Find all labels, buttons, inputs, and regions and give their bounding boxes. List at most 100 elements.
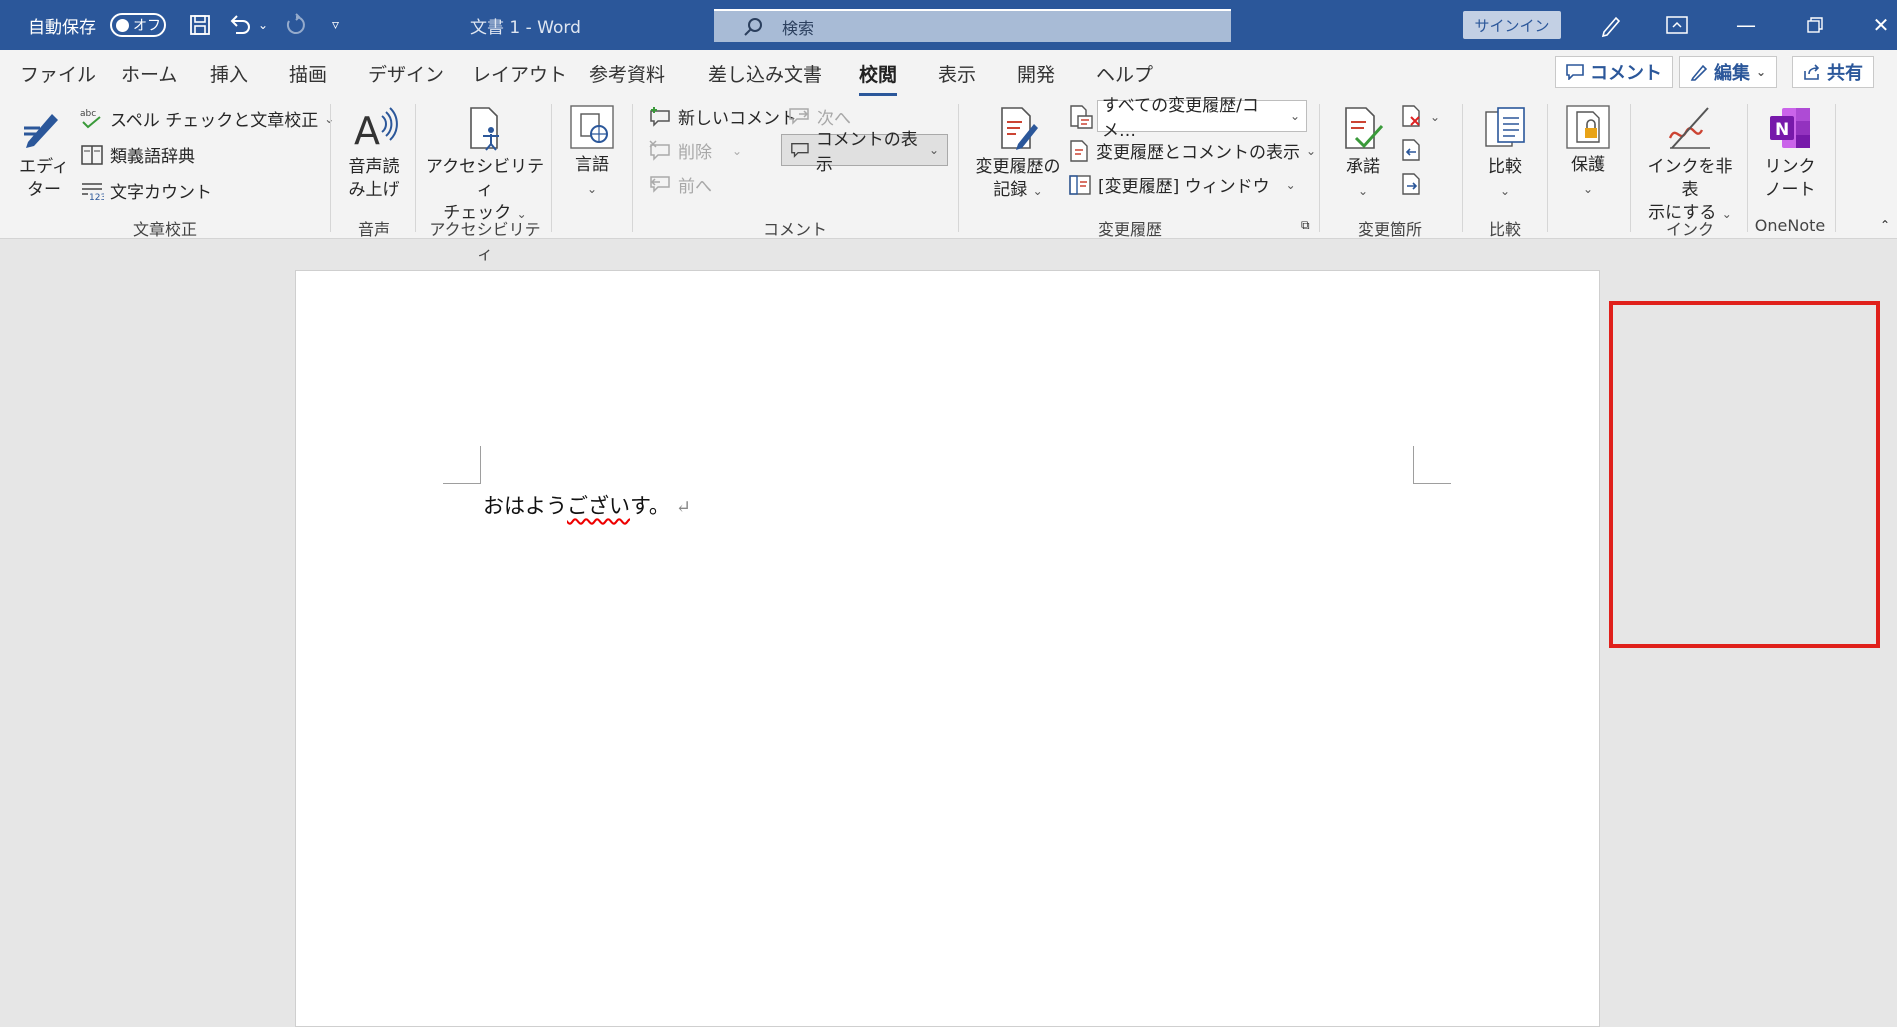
track-changes-label: 変更履歴の 記録 <box>975 157 1061 200</box>
svg-text:N: N <box>1775 120 1789 140</box>
next-change-icon[interactable] <box>1400 172 1424 198</box>
chevron-down-icon: ⌄ <box>1430 110 1441 124</box>
word-count-button[interactable]: 123 文字カウント <box>80 178 212 203</box>
pen-icon[interactable] <box>1583 0 1639 50</box>
proofing-group-label: 文章校正 <box>132 220 197 239</box>
autosave-toggle[interactable]: オフ <box>110 13 166 37</box>
reviewing-pane-button[interactable]: [変更履歴] ウィンドウ ⌄ <box>1068 172 1296 197</box>
markup-display-dropdown[interactable]: すべての変更履歴/コメ… ⌄ <box>1097 96 1307 141</box>
tab-design[interactable]: デザイン <box>368 60 444 90</box>
accept-button[interactable]: 承諾 ⌄ <box>1330 104 1396 203</box>
new-comment-button[interactable]: 新しいコメント <box>648 104 797 129</box>
reject-icon <box>1402 105 1420 127</box>
new-comment-label: 新しいコメント <box>678 109 797 129</box>
tab-layout[interactable]: レイアウト <box>472 60 567 90</box>
redo-icon[interactable] <box>282 0 310 50</box>
tracking-options-launcher-icon[interactable]: ⧉ <box>1301 218 1310 233</box>
close-icon[interactable]: ✕ <box>1853 0 1897 50</box>
compare-label: 比較 <box>1488 157 1522 177</box>
svg-text:123: 123 <box>89 193 104 202</box>
ribbon-display-options-icon[interactable] <box>1649 0 1705 50</box>
tab-draw[interactable]: 描画 <box>289 60 327 90</box>
read-aloud-label: 音声読 み上げ <box>348 157 400 200</box>
customize-qat-icon[interactable]: ▿ <box>332 0 339 50</box>
group-separator <box>1319 104 1320 232</box>
word-count-icon: 123 <box>82 182 104 202</box>
group-separator <box>958 104 959 232</box>
linked-notes-button[interactable]: N リンク ノート <box>1755 104 1825 202</box>
group-separator <box>415 104 416 232</box>
group-separator <box>1747 104 1748 232</box>
track-changes-button[interactable]: 変更履歴の 記録 ⌄ <box>968 104 1068 203</box>
editing-mode-label: 編集 <box>1714 63 1750 84</box>
language-button[interactable]: 言語 ⌄ <box>562 104 622 201</box>
group-separator <box>330 104 331 232</box>
thesaurus-button[interactable]: 類義語辞典 <box>80 142 195 167</box>
delete-comment-button[interactable]: 削除 ⌄ <box>648 138 742 163</box>
tab-insert[interactable]: 挿入 <box>210 60 248 90</box>
restore-icon[interactable] <box>1787 0 1843 50</box>
paragraph-mark-icon: ↵ <box>675 497 691 518</box>
tab-references[interactable]: 参考資料 <box>589 60 665 90</box>
tracking-group-label: 変更履歴 <box>1097 220 1162 239</box>
group-separator <box>551 104 552 232</box>
group-separator <box>1462 104 1463 232</box>
minimize-icon[interactable]: — <box>1718 0 1774 50</box>
document-paragraph[interactable]: おはようございす。 ↵ <box>483 490 691 520</box>
chevron-down-icon: ⌄ <box>732 143 743 158</box>
highlight-box <box>1609 301 1880 648</box>
reject-change-button[interactable]: ⌄ <box>1400 104 1440 130</box>
tab-mailings[interactable]: 差し込み文書 <box>708 60 822 90</box>
signin-button[interactable]: サインイン <box>1463 11 1561 39</box>
accept-label: 承諾 <box>1346 157 1380 177</box>
chevron-down-icon: ⌄ <box>1306 143 1317 158</box>
previous-change-icon[interactable] <box>1400 138 1424 164</box>
undo-icon[interactable] <box>226 0 254 50</box>
editor-pen-icon <box>24 114 58 148</box>
group-separator <box>1630 104 1631 232</box>
onenote-group-label: OneNote <box>1754 216 1826 235</box>
hide-ink-button[interactable]: インクを非表 示にする ⌄ <box>1640 104 1740 226</box>
search-input[interactable]: 検索 <box>714 9 1231 42</box>
previous-comment-button[interactable]: 前へ <box>648 172 712 197</box>
show-comments-icon <box>791 143 809 158</box>
editor-button[interactable]: エディ ター <box>14 104 74 202</box>
comment-icon <box>1566 64 1584 80</box>
comments-pane-button[interactable]: コメント <box>1555 56 1673 88</box>
reviewing-pane-label: [変更履歴] ウィンドウ <box>1098 177 1270 197</box>
show-markup-button[interactable]: 変更履歴とコメントの表示 ⌄ <box>1068 138 1316 163</box>
comments-pane-label: コメント <box>1590 63 1662 84</box>
share-button[interactable]: 共有 <box>1792 56 1874 88</box>
margin-corner-marker <box>443 446 481 484</box>
read-aloud-button[interactable]: A 音声読 み上げ <box>340 104 408 202</box>
show-comments-label: コメントの表示 <box>815 130 918 175</box>
group-separator <box>632 104 633 232</box>
accessibility-check-button[interactable]: アクセシビリティ チェック ⌄ <box>425 104 545 226</box>
spelling-grammar-button[interactable]: abc スペル チェックと文章校正 ⌄ <box>80 106 334 132</box>
tab-home[interactable]: ホーム <box>121 60 177 90</box>
show-markup-icon <box>1070 139 1088 162</box>
word-count-label: 文字カウント <box>110 183 212 203</box>
tab-help[interactable]: ヘルプ <box>1096 60 1153 90</box>
tab-file[interactable]: ファイル <box>20 60 96 90</box>
next-comment-icon <box>789 107 809 125</box>
book-icon <box>81 144 103 165</box>
tab-review[interactable]: 校閲 <box>859 60 898 96</box>
chevron-down-icon: ⌄ <box>1032 184 1043 198</box>
display-for-review-icon[interactable] <box>1068 104 1094 130</box>
tab-developer[interactable]: 開発 <box>1017 60 1055 90</box>
collapse-ribbon-icon[interactable]: ⌃ <box>1880 218 1890 232</box>
toggle-knob-icon <box>116 18 129 32</box>
abc-check-icon: abc <box>80 109 101 128</box>
spelling-error-text: ござい <box>567 494 630 518</box>
document-page[interactable] <box>295 270 1600 1027</box>
save-icon[interactable] <box>186 0 214 50</box>
protect-button[interactable]: 保護 ⌄ <box>1557 104 1619 201</box>
protect-label: 保護 <box>1571 155 1605 175</box>
tab-view[interactable]: 表示 <box>938 60 976 90</box>
editing-mode-button[interactable]: 編集 ⌄ <box>1679 56 1778 88</box>
undo-dropdown-chevron-icon[interactable]: ⌄ <box>258 0 268 50</box>
compare-button[interactable]: 比較 ⌄ <box>1474 104 1536 203</box>
comments-group-label: コメント <box>762 220 827 239</box>
show-comments-button[interactable]: コメントの表示 ⌄ <box>781 130 948 175</box>
